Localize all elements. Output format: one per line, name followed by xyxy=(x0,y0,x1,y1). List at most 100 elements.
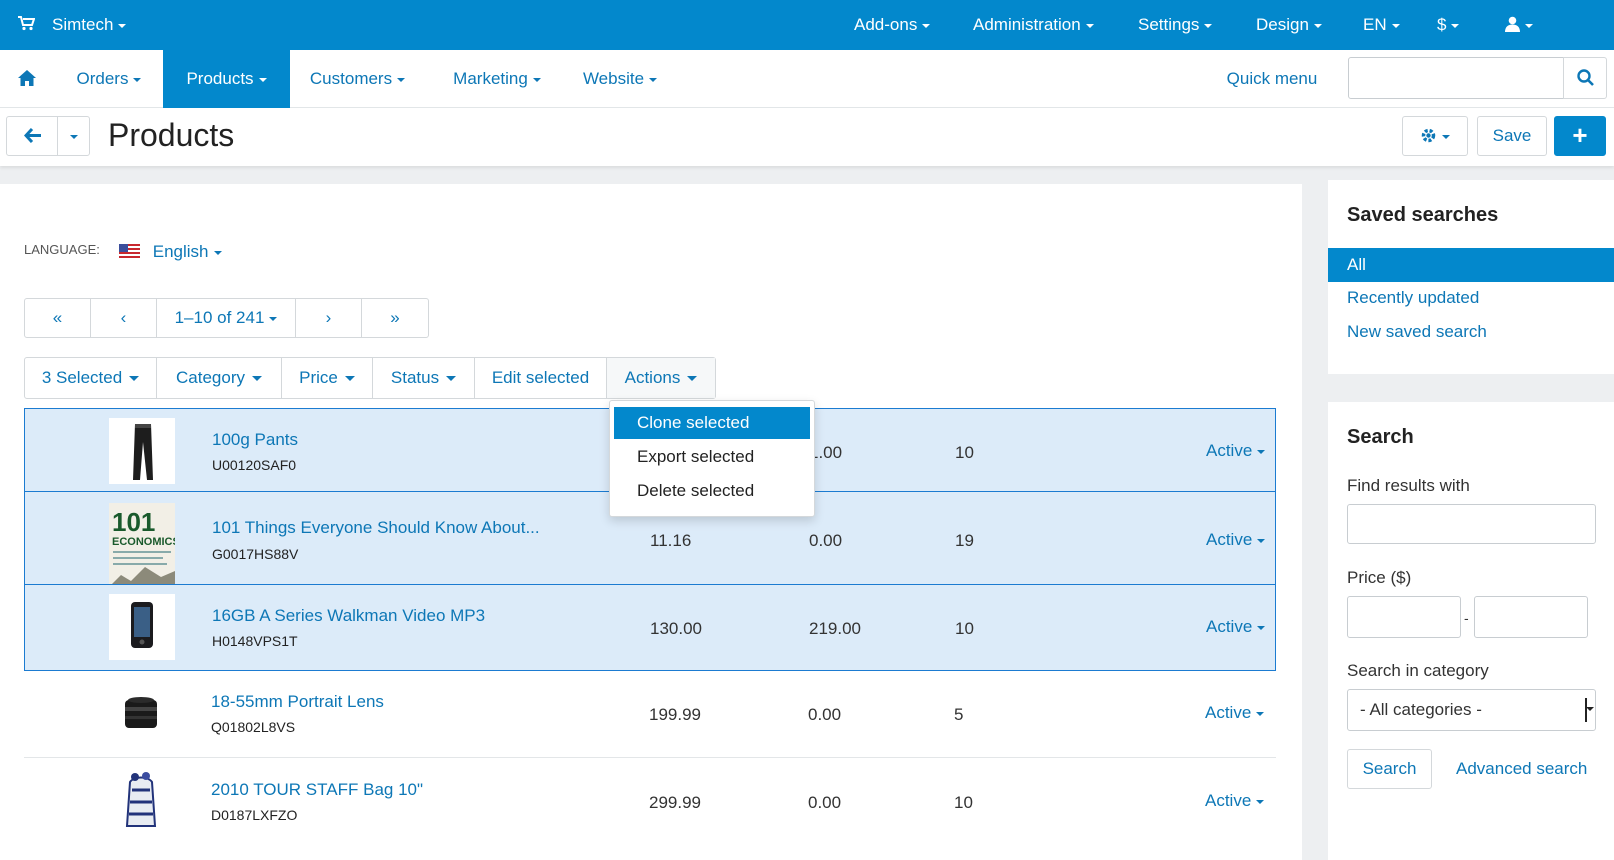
page-header: Products Save + xyxy=(0,108,1614,166)
status-label: Active xyxy=(1205,791,1252,810)
price-filter[interactable]: Price xyxy=(282,358,373,398)
saved-searches-title: Saved searches xyxy=(1347,204,1499,226)
category-select[interactable]: - All categories - xyxy=(1347,689,1596,731)
chevron-down-icon xyxy=(69,134,78,139)
product-name-link[interactable]: 100g Pants xyxy=(212,430,298,450)
product-thumbnail[interactable] xyxy=(109,594,175,660)
table-row[interactable]: 16GB A Series Walkman Video MP3 H0148VPS… xyxy=(24,584,1276,671)
arrow-left-icon xyxy=(23,127,41,144)
language-selector[interactable]: English xyxy=(119,242,222,262)
home-icon[interactable] xyxy=(10,50,44,108)
product-thumbnail[interactable] xyxy=(109,418,175,484)
product-name-link[interactable]: 16GB A Series Walkman Video MP3 xyxy=(212,606,485,626)
currency-menu-label: $ xyxy=(1437,15,1447,34)
product-name-link[interactable]: 18-55mm Portrait Lens xyxy=(211,692,384,712)
back-button[interactable] xyxy=(6,116,58,156)
menu-item-delete-selected[interactable]: Delete selected xyxy=(614,475,810,507)
nav-orders[interactable]: Orders xyxy=(60,50,158,108)
nav-products[interactable]: Products xyxy=(163,50,290,108)
actions-dropdown[interactable]: Actions xyxy=(607,358,715,398)
advanced-search-link[interactable]: Advanced search xyxy=(1456,759,1587,779)
book-cover-title: ECONOMICS xyxy=(112,536,175,548)
double-chevron-right-icon: » xyxy=(390,308,400,327)
status-filter[interactable]: Status xyxy=(373,358,475,398)
language-label: LANGUAGE: xyxy=(24,242,100,257)
nav-website[interactable]: Website xyxy=(572,50,668,108)
category-filter-label: Category xyxy=(176,368,245,387)
menu-administration-label: Administration xyxy=(973,15,1081,34)
page-range-dropdown[interactable]: 1–10 of 241 xyxy=(157,299,296,337)
quantity: 10 xyxy=(955,443,974,462)
edit-selected-button[interactable]: Edit selected xyxy=(475,358,607,398)
product-thumbnail[interactable] xyxy=(108,768,174,834)
saved-search-recently-updated[interactable]: Recently updated xyxy=(1328,281,1614,315)
user-menu[interactable] xyxy=(1505,0,1533,50)
menu-administration[interactable]: Administration xyxy=(973,0,1094,50)
next-page-button[interactable]: › xyxy=(296,299,362,337)
quick-menu-link[interactable]: Quick menu xyxy=(1222,50,1322,108)
list-price: 0.00 xyxy=(809,531,843,550)
search-title: Search xyxy=(1347,426,1414,448)
list-price: 0.00 xyxy=(808,705,842,724)
price-from-input[interactable] xyxy=(1347,596,1461,638)
status-dropdown[interactable]: Active xyxy=(1205,791,1265,811)
status-dropdown[interactable]: Active xyxy=(1206,530,1266,550)
price: 130.00 xyxy=(650,619,702,638)
menu-item-clone-selected[interactable]: Clone selected xyxy=(614,407,810,439)
search-button[interactable]: Search xyxy=(1347,749,1432,789)
saved-search-all[interactable]: All xyxy=(1328,248,1614,282)
price: 199.99 xyxy=(649,705,701,724)
table-row[interactable]: 2010 TOUR STAFF Bag 10" D0187LXFZO 299.9… xyxy=(24,759,1276,860)
price-to-input[interactable] xyxy=(1474,596,1588,638)
status-filter-label: Status xyxy=(390,368,440,387)
nav-products-label: Products xyxy=(186,69,254,88)
product-code: H0148VPS1T xyxy=(212,633,298,649)
menu-addons[interactable]: Add-ons xyxy=(854,0,931,50)
menu-design-label: Design xyxy=(1256,15,1309,34)
nav-customers[interactable]: Customers xyxy=(295,50,420,108)
language-menu[interactable]: EN xyxy=(1363,0,1400,50)
status-dropdown[interactable]: Active xyxy=(1206,441,1266,461)
pagination: « ‹ 1–10 of 241 › » xyxy=(24,298,429,338)
nav-marketing[interactable]: Marketing xyxy=(437,50,557,108)
product-thumbnail[interactable] xyxy=(108,680,174,746)
menu-design[interactable]: Design xyxy=(1256,0,1322,50)
status-dropdown[interactable]: Active xyxy=(1206,617,1266,637)
nav-website-label: Website xyxy=(582,69,645,88)
selected-dropdown[interactable]: 3 Selected xyxy=(25,358,157,398)
store-switcher[interactable]: Simtech xyxy=(52,0,127,50)
global-search-input[interactable] xyxy=(1348,57,1565,99)
prev-page-button[interactable]: ‹ xyxy=(91,299,157,337)
currency-menu[interactable]: $ xyxy=(1437,0,1460,50)
category-select-value: - All categories - xyxy=(1360,700,1482,719)
menu-settings[interactable]: Settings xyxy=(1138,0,1213,50)
product-name-link[interactable]: 2010 TOUR STAFF Bag 10" xyxy=(211,780,423,800)
add-product-button[interactable]: + xyxy=(1554,116,1606,156)
chevron-right-icon: › xyxy=(325,308,332,327)
gear-icon xyxy=(1421,128,1436,143)
first-page-button[interactable]: « xyxy=(25,299,91,337)
back-history-dropdown[interactable] xyxy=(57,116,90,156)
category-label: Search in category xyxy=(1347,661,1489,680)
table-row[interactable]: 18-55mm Portrait Lens Q01802L8VS 199.99 … xyxy=(24,671,1276,758)
settings-dropdown-button[interactable] xyxy=(1402,116,1468,156)
product-code: D0187LXFZO xyxy=(211,807,298,823)
price: 11.16 xyxy=(650,531,692,550)
price-filter-label: Price xyxy=(299,368,338,387)
last-page-button[interactable]: » xyxy=(362,299,428,337)
product-thumbnail[interactable]: 101 ECONOMICS xyxy=(109,503,180,587)
status-dropdown[interactable]: Active xyxy=(1205,703,1265,723)
cart-icon[interactable] xyxy=(18,0,36,50)
save-button[interactable]: Save xyxy=(1477,116,1547,156)
category-filter[interactable]: Category xyxy=(157,358,282,398)
new-saved-search-link[interactable]: New saved search xyxy=(1328,315,1614,349)
saved-searches-card: Saved searches All Recently updated New … xyxy=(1328,180,1614,374)
product-name-link[interactable]: 101 Things Everyone Should Know About... xyxy=(212,518,540,538)
menu-item-export-selected[interactable]: Export selected xyxy=(614,441,810,473)
nav-orders-label: Orders xyxy=(76,69,129,88)
nav-marketing-label: Marketing xyxy=(453,69,528,88)
list-price: 0.00 xyxy=(808,793,842,812)
language-value: English xyxy=(152,242,209,261)
find-results-input[interactable] xyxy=(1347,504,1596,544)
global-search-button[interactable] xyxy=(1563,57,1607,99)
